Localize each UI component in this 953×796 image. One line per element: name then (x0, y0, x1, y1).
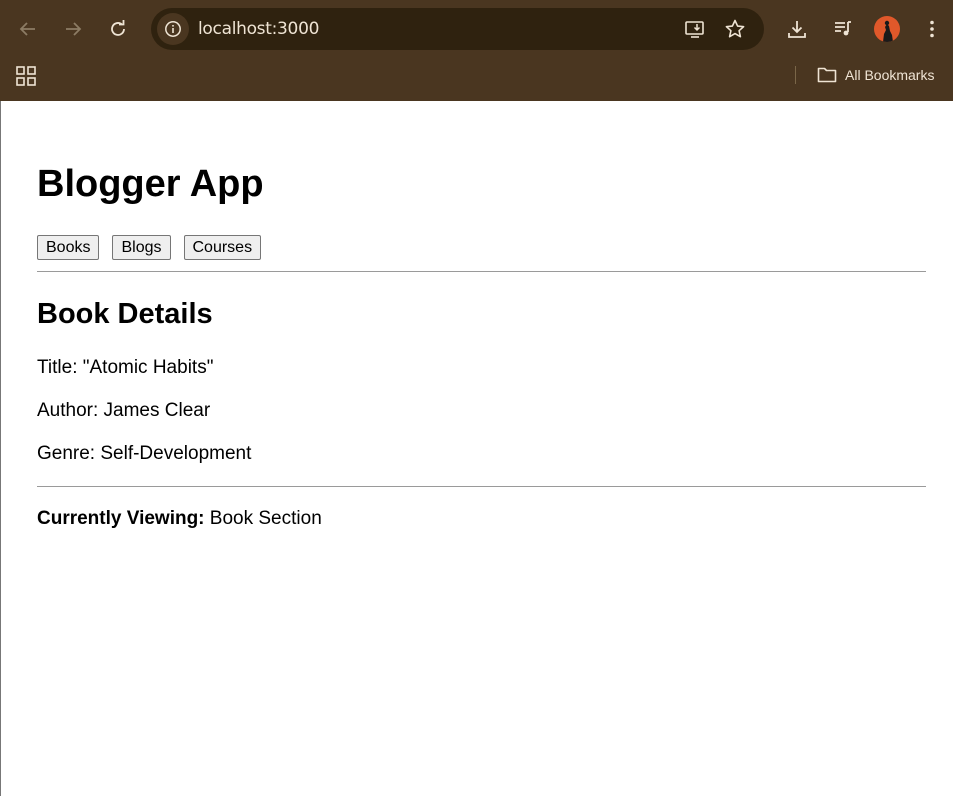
nav-buttons: Books Blogs Courses (37, 235, 262, 260)
site-info-icon[interactable] (157, 13, 189, 45)
apps-grid-icon[interactable] (15, 65, 37, 87)
bookmark-star-icon[interactable] (723, 17, 747, 41)
browser-chrome: localhost:3000 All Bookmarks (0, 0, 953, 101)
divider-top (37, 271, 926, 272)
details-heading: Book Details (37, 298, 213, 330)
downloads-icon[interactable] (783, 15, 811, 43)
divider-bottom (37, 486, 926, 487)
blogs-button[interactable]: Blogs (112, 235, 171, 260)
books-button[interactable]: Books (37, 235, 100, 260)
app-title: Blogger App (37, 163, 264, 205)
bookmarks-separator (795, 66, 796, 84)
book-author-line: Author: James Clear (37, 400, 211, 421)
current-view-status: Currently Viewing: Book Section (37, 508, 322, 530)
courses-button[interactable]: Courses (183, 235, 262, 260)
current-view-value: Book Section (209, 508, 322, 529)
browser-toolbar: localhost:3000 (0, 0, 953, 58)
reload-icon[interactable] (102, 13, 134, 45)
book-genre-line: Genre: Self-Development (37, 443, 252, 464)
current-view-label: Currently Viewing: (37, 508, 205, 529)
media-playlist-icon[interactable] (829, 15, 857, 43)
all-bookmarks-label: All Bookmarks (845, 67, 935, 83)
install-app-icon[interactable] (683, 17, 707, 41)
all-bookmarks-button[interactable]: All Bookmarks (817, 64, 934, 86)
forward-icon[interactable] (57, 13, 89, 45)
back-icon[interactable] (12, 13, 44, 45)
page-viewport: Blogger App Books Blogs Courses Book Det… (0, 101, 953, 796)
more-menu-icon[interactable] (918, 15, 946, 43)
profile-avatar[interactable] (874, 16, 900, 42)
address-bar[interactable]: localhost:3000 (151, 8, 764, 50)
bookmarks-bar: All Bookmarks (0, 58, 953, 101)
url-text[interactable]: localhost:3000 (198, 19, 319, 39)
book-title-line: Title: "Atomic Habits" (37, 357, 214, 378)
folder-icon (817, 67, 837, 83)
